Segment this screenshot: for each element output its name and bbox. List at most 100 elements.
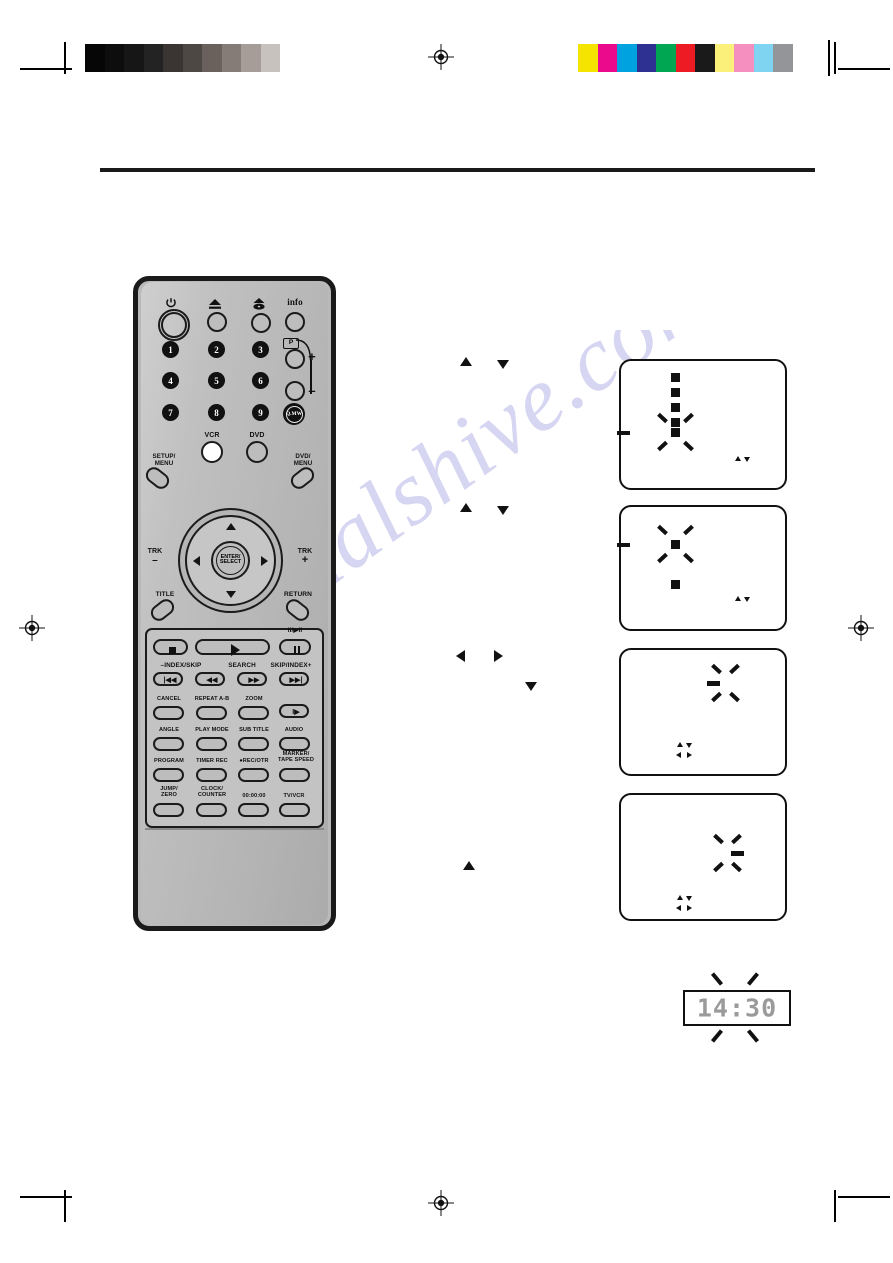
number-label-6: 6	[258, 375, 263, 386]
osd4-ray-se	[731, 861, 742, 873]
angle-button[interactable]	[153, 737, 184, 751]
play-button[interactable]	[195, 639, 270, 656]
channel-p-text: P	[288, 339, 294, 346]
number-button-4[interactable]: 4	[162, 372, 179, 389]
repeat-ab-button[interactable]	[196, 706, 227, 720]
info-button[interactable]	[285, 312, 305, 332]
number-button-5[interactable]: 5	[208, 372, 225, 389]
dvd-menu-label: DVD/ MENU	[293, 453, 313, 467]
osd1-hint-down-icon	[744, 457, 750, 462]
rewind-icon: ◀◀	[206, 677, 218, 684]
osd1-dot-4	[671, 418, 680, 427]
step-3-down-cue	[525, 682, 537, 691]
gray-swatch-9	[260, 44, 280, 72]
skip-back-button[interactable]: |◀◀	[153, 672, 183, 686]
osd4-ray-sw	[713, 861, 724, 873]
clock-ray-ne	[746, 972, 760, 986]
counter-reset-button[interactable]	[238, 803, 269, 817]
number-button-2[interactable]: 2	[208, 341, 225, 358]
step-2-up-cue	[460, 503, 472, 512]
number-label-3: 3	[258, 344, 263, 355]
enter-select-button[interactable]: ENTER/ SELECT	[211, 541, 250, 580]
jump-zero-button[interactable]	[153, 803, 184, 817]
dvd-button[interactable]	[246, 441, 268, 463]
gray-swatch-8	[241, 44, 261, 72]
nav-down-arrow-icon	[225, 591, 236, 598]
osd1-dot-2	[671, 388, 680, 397]
rec-otr-button[interactable]	[238, 768, 269, 782]
osd1-dot-3	[671, 403, 680, 412]
fast-forward-button[interactable]: ▶▶	[237, 672, 267, 686]
tv-vcr-button[interactable]	[279, 803, 310, 817]
osd1-ray-nw	[657, 412, 668, 424]
osd1-ray-se	[683, 440, 694, 452]
osd4-hint-left-icon	[676, 905, 681, 911]
osd3-blinking-dash	[707, 681, 720, 686]
play-mode-button[interactable]	[196, 737, 227, 751]
pause-icon	[293, 646, 296, 654]
clock-counter-button[interactable]	[196, 803, 227, 817]
number-label-5: 5	[214, 375, 219, 386]
number-button-6[interactable]: 6	[252, 372, 269, 389]
crop-mark-bl-v	[64, 1190, 66, 1222]
disc-eject-icon	[252, 297, 266, 310]
skip-forward-button[interactable]: ▶▶|	[279, 672, 309, 686]
step-3-right-cue	[494, 650, 503, 662]
nav-up-arrow-icon	[225, 523, 236, 530]
pause-button[interactable]	[279, 639, 311, 655]
remote-bottom-divider	[145, 828, 324, 830]
channel-down-button[interactable]	[285, 381, 305, 401]
nav-left-arrow-icon	[193, 555, 200, 566]
channel-plus-label: +	[308, 349, 316, 364]
color-bar-end-rule	[828, 40, 830, 76]
navigation-pad: ENTER/ SELECT	[178, 508, 283, 613]
zoom-label: ZOOM	[245, 696, 263, 702]
fast-forward-icon: ▶▶	[248, 677, 260, 684]
osd1-ray-sw	[657, 440, 668, 452]
number-label-9: 9	[258, 407, 263, 418]
clock-ray-nw	[710, 972, 724, 986]
pause-step-label: II/▶II	[287, 627, 303, 634]
audio-button[interactable]	[279, 737, 310, 751]
registration-mark-left	[19, 615, 45, 641]
program-button[interactable]	[153, 768, 184, 782]
color-swatch-7	[714, 44, 734, 72]
color-swatch-0	[578, 44, 598, 72]
dvd-eject-button[interactable]	[251, 313, 271, 333]
zoom-button[interactable]	[238, 706, 269, 720]
step-3-left-cue	[456, 650, 465, 662]
number-button-7[interactable]: 7	[162, 404, 179, 421]
cancel-button[interactable]	[153, 706, 184, 720]
nav-right-arrow-icon	[261, 555, 268, 566]
osd3-hint-left-icon	[676, 752, 681, 758]
vcr-button[interactable]	[201, 441, 223, 463]
gray-swatch-3	[143, 44, 163, 72]
number-button-3[interactable]: 3	[252, 341, 269, 358]
rewind-button[interactable]: ◀◀	[195, 672, 225, 686]
stop-button[interactable]	[153, 639, 188, 655]
color-swatch-2	[617, 44, 637, 72]
osd3-ray-se	[729, 691, 740, 703]
gray-swatch-4	[163, 44, 183, 72]
skip-forward-icon: ▶▶|	[289, 677, 303, 684]
number-label-1: 1	[168, 344, 173, 355]
qmw-button[interactable]: Q.MW	[283, 403, 305, 425]
repeat-ab-label: REPEAT A-B	[194, 696, 230, 702]
sub-title-button[interactable]	[238, 737, 269, 751]
marker-tape-speed-button[interactable]	[279, 768, 310, 782]
osd2-static-block	[671, 580, 680, 589]
clock-ray-sw	[710, 1029, 724, 1043]
osd4-hint-up-icon	[677, 895, 683, 900]
slow-button[interactable]: I▶	[279, 704, 309, 718]
number-button-1[interactable]: 1	[162, 341, 179, 358]
power-button[interactable]	[161, 312, 187, 338]
step-4-up-cue	[463, 861, 475, 870]
osd-screen-1	[617, 359, 787, 490]
color-swatch-3	[636, 44, 656, 72]
play-mode-label: PLAY MODE	[195, 727, 229, 733]
vcr-eject-button[interactable]	[207, 312, 227, 332]
number-button-9[interactable]: 9	[252, 404, 269, 421]
number-button-8[interactable]: 8	[208, 404, 225, 421]
tv-vcr-label: TV/VCR	[283, 793, 305, 799]
timer-rec-button[interactable]	[196, 768, 227, 782]
